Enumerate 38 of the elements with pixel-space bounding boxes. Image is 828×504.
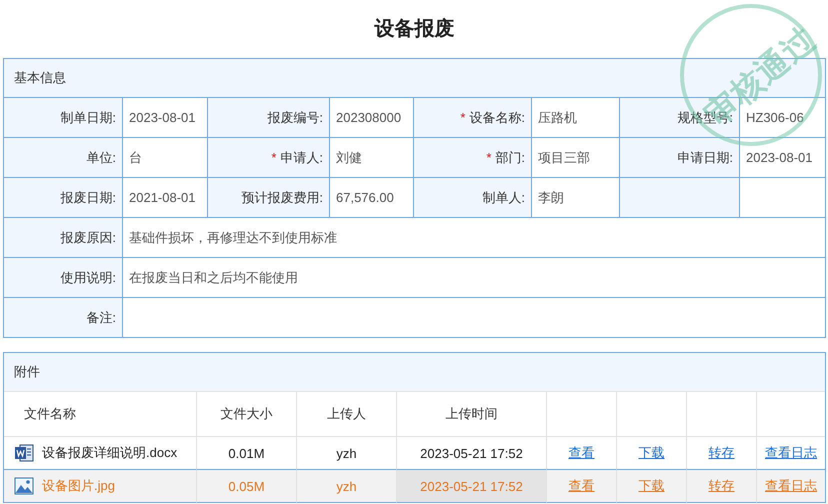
field-label: 报废编号:	[208, 98, 330, 138]
table-cell: 2023-05-21 17:52	[397, 437, 547, 470]
field-value: 67,576.00	[330, 178, 414, 218]
file-name[interactable]: 设备报废详细说明.docx	[42, 444, 178, 462]
action-link[interactable]: 转存	[708, 444, 734, 462]
word-file-icon	[14, 443, 34, 463]
field-label: 报废日期:	[4, 178, 123, 218]
action-link[interactable]: 下载	[638, 444, 664, 462]
table-cell: 0.05M	[197, 470, 297, 503]
field-label: * 部门:	[414, 138, 532, 178]
field-label: 报废原因:	[4, 218, 123, 258]
page-title: 设备报废	[374, 18, 454, 40]
field-value: 2021-08-01	[123, 178, 208, 218]
action-link[interactable]: 查看	[568, 444, 594, 462]
table-cell: yzh	[297, 470, 397, 503]
field-value: 压路机	[532, 98, 620, 138]
section-header: 附件	[4, 353, 825, 392]
field-label: * 设备名称:	[414, 98, 532, 138]
field-label: 预计报废费用:	[208, 178, 330, 218]
image-file-icon	[14, 476, 34, 496]
field-value: 202308000	[330, 98, 414, 138]
field-value: 2023-08-01	[123, 98, 208, 138]
field-value: 台	[123, 138, 208, 178]
field-label: * 申请人:	[208, 138, 330, 178]
field-label: 单位:	[4, 138, 123, 178]
action-link[interactable]: 查看日志	[765, 444, 817, 462]
field-value: 刘健	[330, 138, 414, 178]
field-label: 制单日期:	[4, 98, 123, 138]
field-label: 申请日期:	[620, 138, 740, 178]
field-label: 制单人:	[414, 178, 532, 218]
table-cell: yzh	[297, 437, 397, 470]
table-cell: 2023-05-21 17:52	[397, 470, 547, 503]
field-label: 备注:	[4, 298, 123, 338]
table-cell: 0.01M	[197, 437, 297, 470]
file-name[interactable]: 设备图片.jpg	[42, 477, 115, 495]
field-value: 项目三部	[532, 138, 620, 178]
field-value: 李朗	[532, 178, 620, 218]
field-label: 使用说明:	[4, 258, 123, 298]
